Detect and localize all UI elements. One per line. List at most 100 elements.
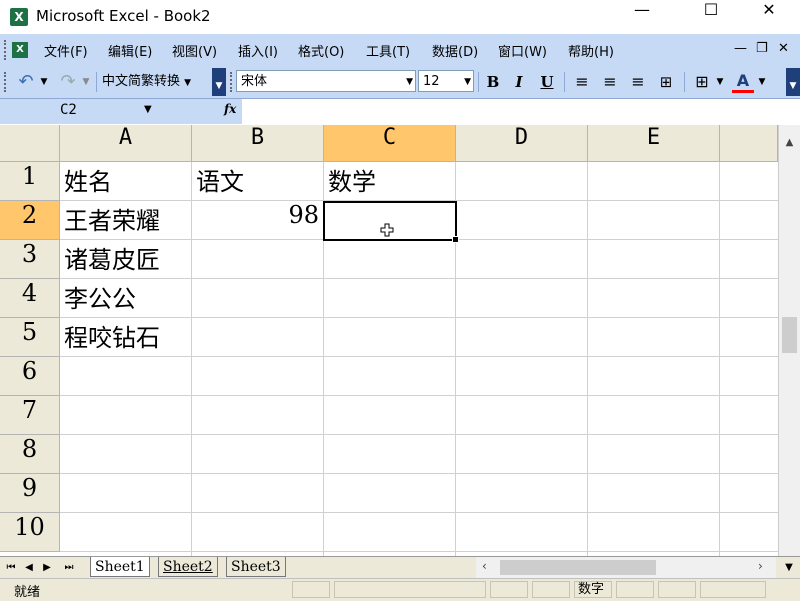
borders-icon[interactable]: ⊞ — [690, 71, 714, 93]
align-center-icon[interactable]: ≡ — [598, 71, 622, 93]
column-header-c[interactable]: C — [324, 125, 456, 162]
chevron-down-icon[interactable]: ▼ — [144, 104, 152, 115]
cell-a2[interactable]: 王者荣耀 — [60, 201, 191, 240]
redo-icon[interactable]: ↷ — [56, 71, 80, 93]
row-header-7[interactable]: 7 — [0, 396, 60, 435]
horizontal-scrollbar[interactable]: ‹ › — [476, 557, 776, 578]
select-all-corner[interactable] — [0, 125, 60, 162]
align-left-icon[interactable]: ≡ — [570, 71, 594, 93]
menu-tools[interactable]: 工具(T) — [366, 41, 410, 60]
excel-app-icon[interactable]: X — [10, 8, 28, 26]
column-header-e[interactable]: E — [588, 125, 720, 162]
cell-b1[interactable]: 语文 — [192, 162, 323, 201]
formula-input[interactable] — [242, 99, 800, 124]
scroll-right-icon[interactable]: › — [758, 559, 763, 573]
sheet-tab-sheet3[interactable]: Sheet3 — [226, 557, 286, 577]
menu-format[interactable]: 格式(O) — [298, 41, 344, 60]
toolbar-grip-icon[interactable] — [4, 72, 10, 92]
minimize-button[interactable]: — — [619, 0, 665, 34]
insert-function-icon[interactable]: fx — [224, 102, 236, 116]
sheet-tab-sheet1[interactable]: Sheet1 — [90, 557, 150, 577]
toolbar-separator — [96, 72, 97, 92]
column-header-a[interactable]: A — [60, 125, 192, 162]
document-icon[interactable]: X — [12, 42, 28, 58]
close-button[interactable]: ✕ — [746, 0, 792, 34]
doc-restore-button[interactable]: ❐ — [756, 41, 768, 56]
row-header-1[interactable]: 1 — [0, 162, 60, 201]
align-right-icon[interactable]: ≡ — [626, 71, 650, 93]
font-color-button[interactable]: A — [732, 71, 754, 93]
cell-c1[interactable]: 数学 — [324, 162, 455, 201]
status-panel — [292, 581, 330, 598]
font-size-combo[interactable]: 12 ▼ — [418, 70, 474, 92]
name-box-value: C2 — [60, 102, 77, 118]
underline-button[interactable]: U — [536, 71, 558, 93]
chevron-down-icon: ▼ — [184, 78, 192, 88]
gridline — [60, 395, 778, 396]
cell-a5[interactable]: 程咬钻石 — [60, 318, 191, 357]
menu-insert[interactable]: 插入(I) — [238, 41, 278, 60]
cell-cursor-icon — [380, 223, 394, 237]
gridline — [60, 434, 778, 435]
fill-handle[interactable] — [452, 236, 459, 243]
undo-icon[interactable]: ↶ — [14, 71, 38, 93]
gridline — [60, 551, 778, 552]
menu-view[interactable]: 视图(V) — [172, 41, 217, 60]
row-header-8[interactable]: 8 — [0, 435, 60, 474]
sheet-tab-sheet2[interactable]: Sheet2 — [158, 557, 218, 577]
toolbar-separator — [564, 72, 565, 92]
row-header-6[interactable]: 6 — [0, 357, 60, 396]
toolbar-options-icon[interactable]: ▼ — [212, 68, 226, 96]
row-header-5[interactable]: 5 — [0, 318, 60, 357]
row-header-9[interactable]: 9 — [0, 474, 60, 513]
row-header-10[interactable]: 10 — [0, 513, 60, 552]
name-box[interactable]: C2 ▼ — [0, 99, 160, 124]
status-panel — [658, 581, 696, 598]
row-header-3[interactable]: 3 — [0, 240, 60, 279]
next-sheet-icon[interactable]: ▶ — [40, 560, 54, 576]
toolbar-options-icon[interactable]: ▼ — [786, 68, 800, 96]
column-header-b[interactable]: B — [192, 125, 324, 162]
horizontal-scroll-thumb[interactable] — [500, 560, 656, 575]
scroll-up-icon[interactable]: ▲ — [779, 125, 800, 161]
doc-minimize-button[interactable]: — — [734, 41, 747, 56]
column-header-d[interactable]: D — [456, 125, 588, 162]
last-sheet-icon[interactable]: ⏭ — [62, 560, 76, 576]
menu-data[interactable]: 数据(D) — [432, 41, 478, 60]
menu-window[interactable]: 窗口(W) — [498, 41, 547, 60]
gridline — [60, 473, 778, 474]
gridline — [719, 162, 720, 556]
borders-dropdown-icon[interactable]: ▼ — [714, 71, 726, 93]
menu-help[interactable]: 帮助(H) — [568, 41, 614, 60]
scroll-down-icon[interactable]: ▼ — [782, 560, 796, 576]
first-sheet-icon[interactable]: ⏮ — [4, 560, 18, 576]
vertical-scroll-thumb[interactable] — [782, 317, 797, 353]
font-color-dropdown-icon[interactable]: ▼ — [756, 71, 768, 93]
chinese-convert-button[interactable]: 中文简繁转换 ▼ — [102, 71, 208, 93]
row-header-2[interactable]: 2 — [0, 201, 60, 240]
merge-center-icon[interactable]: ⊞ — [654, 71, 678, 93]
status-panel — [490, 581, 528, 598]
font-name-combo[interactable]: 宋体 ▼ — [236, 70, 416, 92]
title-bar: X Microsoft Excel - Book2 — ☐ ✕ — [0, 0, 800, 34]
cell-a1[interactable]: 姓名 — [60, 162, 191, 201]
menu-edit[interactable]: 编辑(E) — [108, 41, 152, 60]
status-ready: 就绪 — [14, 585, 41, 600]
bold-button[interactable]: B — [482, 71, 504, 93]
cell-a4[interactable]: 李公公 — [60, 279, 191, 318]
column-header-f[interactable] — [720, 125, 778, 162]
vertical-scrollbar[interactable]: ▲ — [778, 125, 800, 556]
maximize-button[interactable]: ☐ — [688, 0, 734, 34]
doc-close-button[interactable]: ✕ — [778, 41, 789, 56]
scroll-left-icon[interactable]: ‹ — [482, 559, 487, 573]
row-header-4[interactable]: 4 — [0, 279, 60, 318]
worksheet-grid[interactable]: A B C D E 1 2 3 4 5 6 7 8 9 10 姓名 语文 数学 … — [0, 125, 778, 556]
menu-file[interactable]: 文件(F) — [44, 41, 88, 60]
menu-grip-icon[interactable] — [4, 40, 10, 60]
cell-b2[interactable]: 98 — [192, 201, 323, 240]
redo-dropdown-icon[interactable]: ▼ — [80, 71, 92, 93]
prev-sheet-icon[interactable]: ◀ — [22, 560, 36, 576]
cell-a3[interactable]: 诸葛皮匠 — [60, 240, 191, 279]
undo-dropdown-icon[interactable]: ▼ — [38, 71, 50, 93]
italic-button[interactable]: I — [508, 71, 530, 93]
